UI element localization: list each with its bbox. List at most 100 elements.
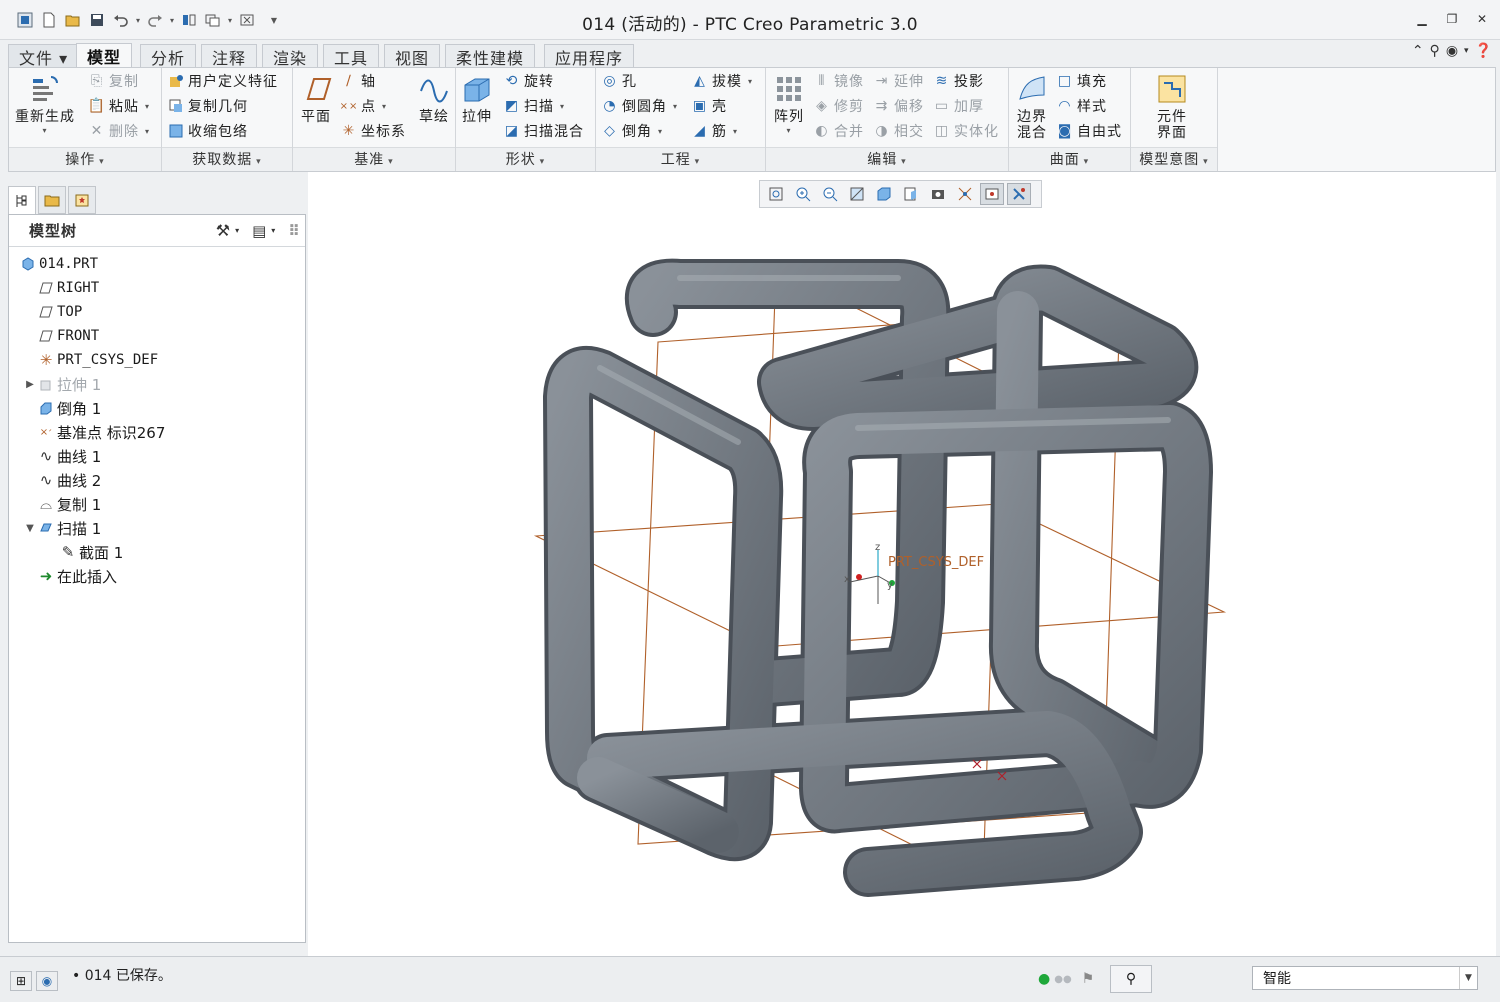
delete-button[interactable]: ✕ 删除 ▾: [89, 120, 150, 142]
saved-orientations-icon[interactable]: [899, 183, 923, 205]
tree-item-extrude[interactable]: ▶ 拉伸 1: [23, 373, 101, 395]
paste-button[interactable]: 📋 粘贴 ▾: [88, 95, 150, 117]
toggle-browser-icon[interactable]: ◉: [36, 971, 58, 991]
datum-display-filters-icon[interactable]: [953, 183, 977, 205]
extend-button[interactable]: ⇥ 延伸: [874, 70, 924, 92]
copy-geometry-button[interactable]: 复制几何: [168, 95, 248, 117]
datum-plane-button[interactable]: 平面: [299, 72, 333, 126]
close-icon[interactable]: ✕: [1474, 12, 1490, 26]
favorites-tab-icon[interactable]: [68, 186, 96, 214]
maximize-icon[interactable]: ❐: [1444, 12, 1460, 26]
trim-button[interactable]: ◈ 修剪: [814, 95, 864, 117]
tree-item-section[interactable]: ✎ 截面 1: [59, 541, 124, 563]
tree-show-icon[interactable]: ▤: [252, 222, 267, 240]
offset-button[interactable]: ⇉ 偏移: [874, 95, 924, 117]
round-button[interactable]: ◔ 倒圆角 ▾: [602, 95, 678, 117]
group-label-editing[interactable]: 编辑: [766, 147, 1008, 171]
tab-view[interactable]: 视图: [384, 44, 441, 68]
copy-button[interactable]: ⎘ 复制: [89, 70, 139, 92]
boundary-blend-button[interactable]: 边界 混合: [1015, 72, 1049, 140]
freestyle-button[interactable]: ◙ 自由式: [1057, 120, 1122, 142]
repaint-icon[interactable]: [845, 183, 869, 205]
minimize-icon[interactable]: ▁: [1414, 12, 1430, 26]
swept-blend-button[interactable]: ◪ 扫描混合: [504, 120, 584, 142]
pattern-button[interactable]: 阵列 ▾: [772, 72, 806, 135]
tab-applications[interactable]: 应用程序: [544, 44, 635, 68]
community-dropdown-icon[interactable]: ▾: [1464, 46, 1469, 56]
tree-item-right[interactable]: RIGHT: [37, 277, 99, 299]
sweep-button[interactable]: ◩ 扫描 ▾: [504, 95, 565, 117]
tab-annotate[interactable]: 注释: [201, 44, 258, 68]
csys-button[interactable]: ✳ 坐标系: [341, 120, 406, 142]
model-tree-tab-icon[interactable]: [8, 186, 36, 214]
intersect-button[interactable]: ◑ 相交: [874, 120, 924, 142]
fill-button[interactable]: □ 填充: [1057, 70, 1107, 92]
tree-item-curve-1[interactable]: ∿ 曲线 1: [37, 445, 102, 467]
tree-item-datum-point[interactable]: ×׳ 基准点 标识267: [37, 421, 166, 443]
thicken-button[interactable]: ▭ 加厚: [934, 95, 984, 117]
expand-arrow-icon[interactable]: ▶: [23, 379, 37, 390]
tab-flexible-modeling[interactable]: 柔性建模: [445, 44, 536, 68]
revolve-button[interactable]: ⟲ 旋转: [504, 70, 554, 92]
tree-item-part[interactable]: 014.PRT: [19, 253, 98, 275]
group-label-operations[interactable]: 操作: [9, 147, 161, 171]
group-label-datum[interactable]: 基准: [293, 147, 455, 171]
tree-item-sweep[interactable]: ▼ 扫描 1: [23, 517, 101, 539]
tree-item-csys[interactable]: ✳ PRT_CSYS_DEF: [37, 349, 158, 371]
group-label-shapes[interactable]: 形状: [456, 147, 595, 171]
solidify-button[interactable]: ◫ 实体化: [934, 120, 999, 142]
tree-item-front[interactable]: FRONT: [37, 325, 99, 347]
component-interface-button[interactable]: 元件 界面: [1155, 72, 1189, 140]
sketch-button[interactable]: 草绘: [417, 72, 451, 126]
group-label-model-intent[interactable]: 模型意图: [1131, 147, 1217, 171]
datum-point-button[interactable]: ×× 点 ▾: [340, 95, 387, 117]
spin-center-icon[interactable]: [980, 183, 1004, 205]
tree-item-curve-2[interactable]: ∿ 曲线 2: [37, 469, 102, 491]
folder-browser-tab-icon[interactable]: [38, 186, 66, 214]
tree-item-copy[interactable]: ⌓ 复制 1: [37, 493, 101, 515]
find-icon[interactable]: ⚲: [1110, 965, 1152, 993]
hole-button[interactable]: ◎ 孔: [602, 70, 637, 92]
group-label-surfaces[interactable]: 曲面: [1009, 147, 1130, 171]
style-button[interactable]: ◠ 样式: [1057, 95, 1107, 117]
tab-analysis[interactable]: 分析: [140, 44, 197, 68]
tree-item-top[interactable]: TOP: [37, 301, 82, 323]
view-manager-icon[interactable]: [926, 183, 950, 205]
group-label-get-data[interactable]: 获取数据: [162, 147, 292, 171]
regenerate-button[interactable]: 重新生成 ▾: [15, 72, 75, 135]
tab-file[interactable]: 文件 ▾: [8, 44, 80, 68]
tree-item-insert-here[interactable]: ➜ 在此插入: [37, 565, 117, 587]
selection-filter-dropdown[interactable]: 智能 ▼: [1252, 966, 1478, 990]
tree-settings-icon[interactable]: ⚒: [216, 221, 231, 240]
refit-icon[interactable]: [764, 183, 788, 205]
mirror-button[interactable]: ⫴ 镜像: [814, 70, 864, 92]
annotation-display-icon[interactable]: [1007, 183, 1031, 205]
shell-button[interactable]: ▣ 壳: [692, 95, 727, 117]
tab-tools[interactable]: 工具: [323, 44, 380, 68]
community-icon[interactable]: ◉: [1446, 43, 1458, 59]
tree-filter-icon[interactable]: ⠿: [288, 222, 301, 240]
rib-button[interactable]: ◢ 筋 ▾: [692, 120, 738, 142]
zoom-out-icon[interactable]: [818, 183, 842, 205]
extrude-button[interactable]: 拉伸: [460, 72, 494, 126]
collapse-arrow-icon[interactable]: ▼: [23, 523, 37, 534]
tree-settings-dropdown-icon[interactable]: ▾: [235, 226, 240, 235]
flag-icon[interactable]: ⚑: [1082, 971, 1095, 987]
help-icon[interactable]: ❓: [1475, 43, 1492, 59]
udf-button[interactable]: 用户定义特征: [168, 70, 278, 92]
tab-model[interactable]: 模型: [76, 43, 133, 68]
collapse-ribbon-icon[interactable]: ⌃: [1412, 43, 1424, 59]
chamfer-button[interactable]: ◇ 倒角 ▾: [602, 120, 663, 142]
project-button[interactable]: ≋ 投影: [934, 70, 984, 92]
model-viewport[interactable]: z y x PRT_CSYS_DEF: [308, 172, 1496, 956]
shrinkwrap-button[interactable]: 收缩包络: [168, 120, 248, 142]
graphics-window[interactable]: z y x PRT_CSYS_DEF: [308, 172, 1496, 956]
draft-button[interactable]: ◭ 拔模 ▾: [692, 70, 753, 92]
tree-show-dropdown-icon[interactable]: ▾: [271, 226, 276, 235]
datum-axis-button[interactable]: ∕ 轴: [341, 70, 376, 92]
tab-render[interactable]: 渲染: [262, 44, 319, 68]
display-style-icon[interactable]: [872, 183, 896, 205]
tree-item-chamfer[interactable]: 倒角 1: [37, 397, 101, 419]
toggle-navigator-icon[interactable]: ⊞: [10, 971, 32, 991]
merge-button[interactable]: ◐ 合并: [814, 120, 864, 142]
